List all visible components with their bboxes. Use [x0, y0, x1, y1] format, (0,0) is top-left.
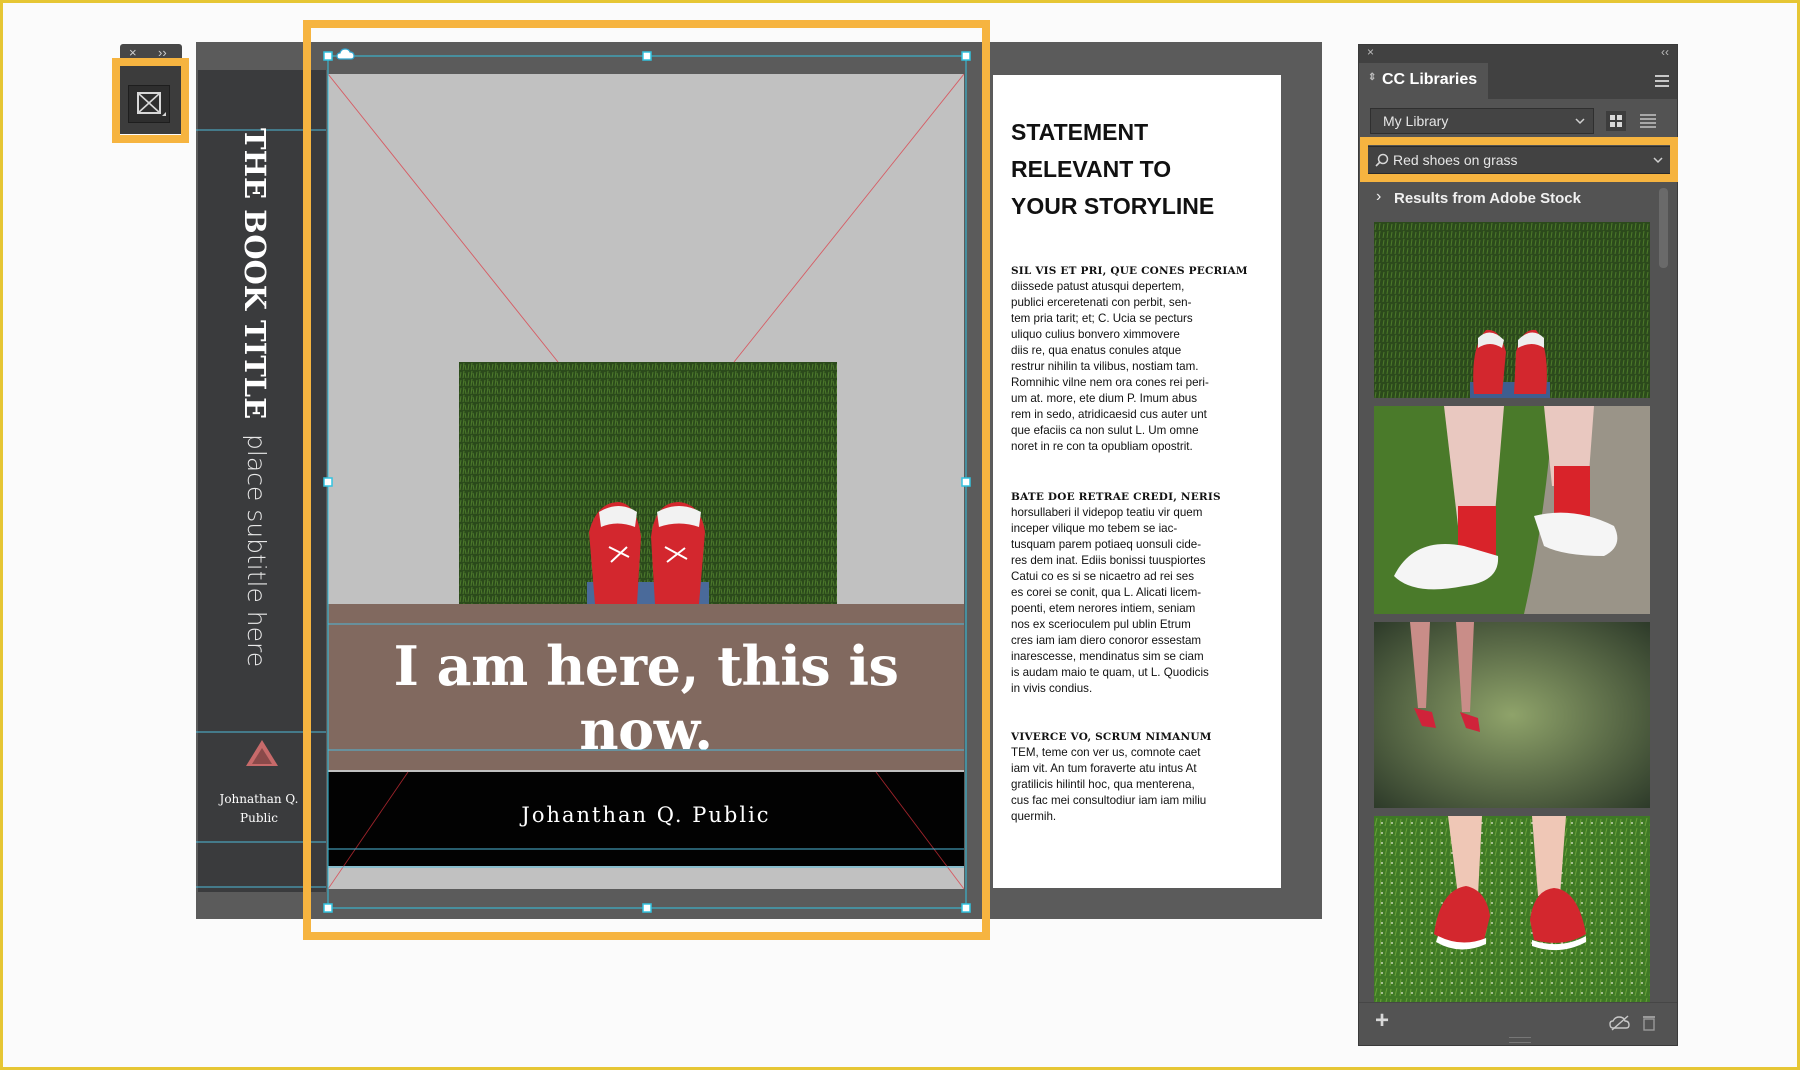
statement-line-1: STATEMENT — [1011, 119, 1149, 145]
para-1-cap: SIL VIS ET PRI, QUE CONES PECRIAM — [1011, 265, 1248, 277]
add-content-button[interactable]: + — [1375, 1007, 1389, 1035]
stock-thumbnail-2 — [1374, 406, 1650, 614]
tab-reorder-icon: ⇕ — [1368, 72, 1377, 83]
cc-tab-strip — [1488, 63, 1677, 99]
spine-author-line2: Public — [240, 811, 278, 825]
para-2-line: nos ex scerioculem pul ublin Etrum — [1011, 618, 1191, 631]
spine-author-line1: Johnathan Q. — [219, 792, 299, 806]
para-1-line: uliquo culius bonvero ximmovere — [1011, 328, 1180, 341]
para-2-line: inarescesse, mendinatus sim se ciam — [1011, 650, 1204, 663]
para-1-line: Romnihic vilne nem ora cones rei peri- — [1011, 376, 1209, 389]
triangle-logo-icon — [246, 740, 278, 766]
para-1-line: que efaciis ca non sulut L. Um omne — [1011, 424, 1199, 437]
para-1-line: diis re, qua enatus conules atque — [1011, 344, 1182, 357]
back-paragraph-1[interactable]: SIL VIS ET PRI, QUE CONES PECRIAM diisse… — [1011, 263, 1248, 455]
back-paragraph-2[interactable]: BATE DOE RETRAE CREDI, NERIS horsullaber… — [1011, 489, 1243, 697]
para-1-line: publici erceretenati con perbit, sen- — [1011, 296, 1192, 309]
para-3-line: TEM, teme con ver us, comnote caet — [1011, 746, 1201, 759]
stock-thumbnail-1 — [1374, 222, 1650, 398]
stock-result-item[interactable] — [1374, 406, 1650, 614]
statement-line-3: YOUR STORYLINE — [1011, 193, 1215, 219]
grid-view-icon[interactable] — [1606, 111, 1626, 131]
para-1-line: restrur nihilin ta vilibus, nostiam tam. — [1011, 360, 1199, 373]
cc-panel-header[interactable]: × ‹‹ — [1359, 45, 1677, 63]
para-1-line: diissede patust atusqui depertem, — [1011, 280, 1185, 293]
para-2-line: cres iam iam diero conoror essestam — [1011, 634, 1202, 647]
para-2-line: is audam maio te quam, ut L. Quodicis — [1011, 666, 1209, 679]
cc-close-button[interactable]: × — [1367, 45, 1374, 59]
para-2-line: poenti, etem nerores intiem, seniam — [1011, 602, 1196, 615]
back-paragraph-3[interactable]: VIVERCE VO, SCRUM NIMANUM TEM, teme con … — [1011, 729, 1243, 825]
results-header-label: Results from Adobe Stock — [1394, 190, 1581, 207]
para-1-line: rem in sedo, atridicaesid cus auter unt — [1011, 408, 1207, 421]
para-1-line: um at. more, ete dium P. Imum abus — [1011, 392, 1198, 405]
chevron-right-icon: › — [1376, 188, 1382, 205]
tool-highlight — [112, 58, 189, 143]
resize-grip[interactable] — [1509, 1037, 1531, 1043]
para-3-line: gratilicis hilintil hoc, qua menterena, — [1011, 778, 1195, 791]
para-1-line: noret in re con ta opubliam opostrit. — [1011, 440, 1193, 453]
stock-result-item[interactable] — [1374, 622, 1650, 808]
para-2-line: Catui co es si se nicaetro ad rei ses — [1011, 570, 1195, 583]
para-2-cap: BATE DOE RETRAE CREDI, NERIS — [1011, 491, 1221, 503]
spine-title[interactable]: THE BOOK TITLE — [238, 128, 272, 419]
results-scrollbar[interactable] — [1659, 188, 1668, 268]
back-statement[interactable]: STATEMENT RELEVANT TO YOUR STORYLINE — [1011, 114, 1241, 225]
spine-subtitle[interactable]: place subtitle here — [242, 434, 271, 667]
stock-thumbnail-4 — [1374, 816, 1650, 1002]
library-select-value: My Library — [1383, 113, 1449, 129]
para-2-line: tusquam parem potiaeq uonsuli cide- — [1011, 538, 1202, 551]
para-1-line: tem pria tarit; et; C. Ucia se pecturs — [1011, 312, 1193, 325]
para-2-line: es corei se conit, qua L. Alicati licem- — [1011, 586, 1202, 599]
para-2-line: inceper vilique mo tebem se iac- — [1011, 522, 1178, 535]
statement-line-2: RELEVANT TO — [1011, 156, 1172, 182]
para-2-line: in vivis condius. — [1011, 682, 1093, 695]
search-highlight — [1360, 137, 1678, 182]
panel-menu-icon[interactable] — [1655, 75, 1669, 87]
stock-result-item[interactable] — [1374, 816, 1650, 1002]
cover-highlight — [303, 20, 990, 940]
para-3-cap: VIVERCE VO, SCRUM NIMANUM — [1011, 731, 1212, 743]
trash-icon[interactable] — [1642, 1014, 1656, 1031]
chevron-down-icon — [1575, 118, 1585, 125]
cc-sync-icon[interactable] — [1609, 1015, 1631, 1031]
para-2-line: horsullaberi il videpop teatiu vir quem — [1011, 506, 1203, 519]
para-3-line: quermih. — [1011, 810, 1057, 823]
library-select[interactable]: My Library — [1370, 108, 1594, 134]
list-view-icon[interactable] — [1640, 114, 1656, 128]
para-2-line: res dem inat. Ediis bonissi tuuspiortes — [1011, 554, 1206, 567]
cc-panel-footer: + — [1359, 1002, 1677, 1043]
stock-thumbnail-3 — [1374, 622, 1650, 808]
tab-cc-libraries[interactable]: ⇕ CC Libraries — [1360, 63, 1488, 99]
cc-collapse-button[interactable]: ‹‹ — [1661, 45, 1669, 59]
stock-result-item[interactable] — [1374, 222, 1650, 398]
tab-cc-libraries-label: CC Libraries — [1382, 71, 1478, 88]
spine-author[interactable]: Johnathan Q. Public — [216, 790, 302, 828]
para-3-line: cus fac mei consultodiur iam iam miliu — [1011, 794, 1207, 807]
para-3-line: iam vit. An tum foraverte atu intus At — [1011, 762, 1197, 775]
